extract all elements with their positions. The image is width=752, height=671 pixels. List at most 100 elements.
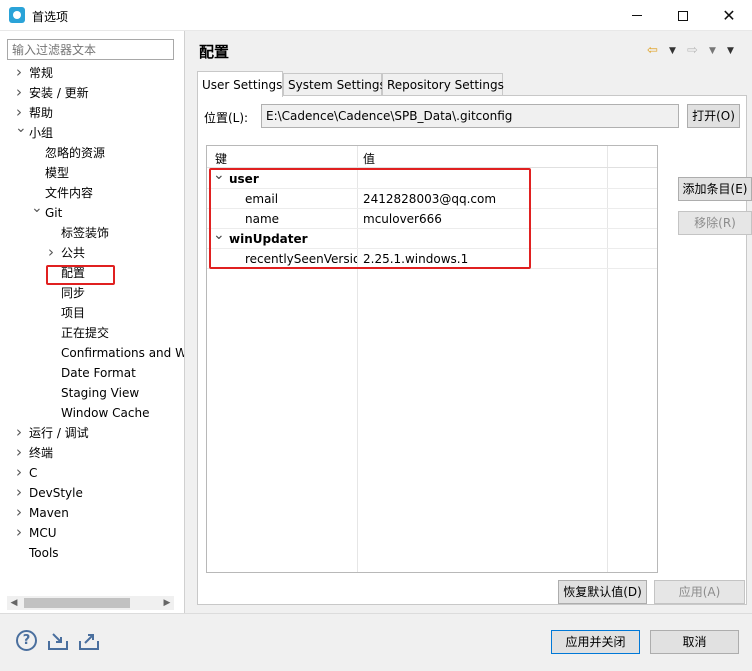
help-icon[interactable]: ?	[16, 630, 37, 651]
tree-item[interactable]: C	[0, 462, 184, 483]
tree-item-label: Tools	[29, 546, 59, 560]
tree-item-label: Maven	[29, 506, 69, 520]
tree-item-label: 模型	[45, 166, 70, 180]
tree-item-label: Date Format	[61, 366, 136, 380]
tree-item[interactable]: 常规	[0, 65, 184, 83]
chevron-right-icon[interactable]	[48, 242, 58, 263]
close-button[interactable]: ✕	[706, 0, 752, 31]
tree-item-label: 运行 / 调试	[29, 426, 89, 440]
tree-item-label: Staging View	[61, 386, 140, 400]
open-button[interactable]: 打开(O)	[687, 104, 740, 128]
tree-item-label: Window Cache	[61, 406, 150, 420]
tree-item[interactable]: 公共	[0, 242, 184, 263]
tab-system-settings[interactable]: System Settings	[283, 73, 386, 96]
remove-button[interactable]: 移除(R)	[678, 211, 752, 235]
tree-item-label: 标签装饰	[61, 226, 110, 240]
tree-horizontal-scrollbar[interactable]: ◀ ▶	[7, 596, 174, 610]
chevron-down-icon[interactable]	[31, 198, 43, 223]
tree-item-label: 常规	[29, 66, 54, 80]
minimize-button[interactable]	[614, 0, 660, 31]
filter-input[interactable]	[7, 39, 174, 60]
tree-item-label: Git	[45, 206, 63, 220]
page-title: 配置	[199, 43, 230, 61]
restore-defaults-button[interactable]: 恢复默认值(D)	[558, 580, 647, 604]
forward-arrow-icon[interactable]: ⇨	[687, 43, 698, 58]
tree-item[interactable]: Window Cache	[0, 403, 184, 423]
forward-dropdown-icon[interactable]: ▼	[709, 46, 716, 56]
tree-item[interactable]: 文件内容	[0, 183, 184, 203]
tree-item[interactable]: Git	[0, 198, 184, 223]
tree-item-label: 文件内容	[45, 186, 94, 200]
tree-item-label: 小组	[29, 126, 54, 140]
tree-item[interactable]: 项目	[0, 303, 184, 323]
window-title: 首选项	[32, 10, 69, 24]
bottom-bar: ? 应用并关闭 取消	[0, 613, 752, 671]
tree-item[interactable]: 模型	[0, 163, 184, 183]
tree-item[interactable]: 小组	[0, 118, 184, 143]
location-field: E:\Cadence\Cadence\SPB_Data\.gitconfig	[261, 104, 679, 128]
tab-user-settings[interactable]: User Settings	[197, 71, 283, 97]
tree-item-label: C	[29, 466, 38, 480]
scroll-right-icon[interactable]: ▶	[160, 596, 174, 610]
chevron-right-icon[interactable]	[16, 502, 26, 523]
selection-highlight-box	[46, 265, 115, 285]
chevron-right-icon[interactable]	[16, 65, 26, 83]
import-icon[interactable]	[47, 631, 69, 651]
tree-item[interactable]: 正在提交	[0, 323, 184, 343]
preferences-tree-panel: 常规安装 / 更新帮助小组忽略的资源模型文件内容Git标签装饰公共配置同步项目正…	[0, 31, 185, 613]
page-navigation: ⇦ ▼ ⇨ ▼ ▼	[647, 43, 747, 59]
tree-item[interactable]: Date Format	[0, 363, 184, 383]
chevron-right-icon[interactable]	[16, 462, 26, 483]
column-header-key[interactable]: 键	[215, 150, 227, 167]
tree-item[interactable]: MCU	[0, 522, 184, 543]
tree-item[interactable]: 标签装饰	[0, 223, 184, 243]
location-label: 位置(L):	[204, 111, 249, 125]
app-icon	[9, 7, 25, 23]
tree-item[interactable]: Maven	[0, 502, 184, 523]
minimize-icon	[632, 15, 642, 16]
tree-item[interactable]: Confirmations and W	[0, 343, 184, 363]
add-entry-button[interactable]: 添加条目(E)	[678, 177, 752, 201]
tree-item-label: 项目	[61, 306, 86, 320]
maximize-button[interactable]	[660, 0, 706, 31]
tree-item[interactable]: 同步	[0, 283, 184, 303]
tree-item[interactable]: 帮助	[0, 102, 184, 123]
tree-item-label: Confirmations and W	[61, 346, 184, 360]
annotation-highlight-box	[209, 168, 531, 269]
chevron-right-icon[interactable]	[16, 422, 26, 443]
chevron-right-icon[interactable]	[16, 82, 26, 103]
title-bar: 首选项 ✕	[0, 0, 752, 31]
tree-item[interactable]: Tools	[0, 543, 184, 563]
scroll-left-icon[interactable]: ◀	[7, 596, 21, 610]
settings-panel: 配置 ⇦ ▼ ⇨ ▼ ▼ User Settings System Settin…	[185, 31, 752, 613]
tree-item[interactable]: Staging View	[0, 383, 184, 403]
back-dropdown-icon[interactable]: ▼	[669, 46, 676, 56]
tree-item[interactable]: 安装 / 更新	[0, 82, 184, 103]
tab-repository-settings[interactable]: Repository Settings	[382, 73, 504, 96]
back-arrow-icon[interactable]: ⇦	[647, 43, 658, 58]
cancel-button[interactable]: 取消	[650, 630, 739, 654]
export-icon[interactable]	[78, 631, 100, 651]
tree-item[interactable]: DevStyle	[0, 482, 184, 503]
chevron-right-icon[interactable]	[16, 522, 26, 543]
scroll-thumb[interactable]	[24, 598, 130, 608]
chevron-down-icon[interactable]	[15, 118, 27, 143]
tree-item-label: 安装 / 更新	[29, 86, 89, 100]
tree-item[interactable]: 终端	[0, 442, 184, 463]
apply-button[interactable]: 应用(A)	[654, 580, 745, 604]
tree-item-label: 忽略的资源	[45, 146, 106, 160]
close-icon: ✕	[722, 5, 736, 25]
view-menu-icon[interactable]: ▼	[727, 46, 734, 56]
tree-item-label: 帮助	[29, 106, 54, 120]
maximize-icon	[678, 10, 688, 21]
tree-item-label: 终端	[29, 446, 54, 460]
tree-item-label: MCU	[29, 526, 57, 540]
apply-and-close-button[interactable]: 应用并关闭	[551, 630, 640, 654]
chevron-right-icon[interactable]	[16, 442, 26, 463]
column-header-value[interactable]: 值	[363, 150, 375, 167]
tree-item-label: DevStyle	[29, 486, 83, 500]
tree-item[interactable]: 运行 / 调试	[0, 422, 184, 443]
tree-item[interactable]: 忽略的资源	[0, 143, 184, 163]
preferences-tree: 常规安装 / 更新帮助小组忽略的资源模型文件内容Git标签装饰公共配置同步项目正…	[0, 65, 184, 621]
chevron-right-icon[interactable]	[16, 482, 26, 503]
